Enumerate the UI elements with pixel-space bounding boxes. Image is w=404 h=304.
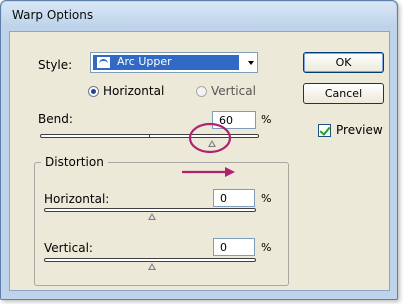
title-bar[interactable]: Warp Options bbox=[2, 2, 396, 28]
dialog-title: Warp Options bbox=[12, 8, 94, 22]
annotation-overlay bbox=[182, 122, 235, 177]
arrow-right-icon bbox=[182, 167, 235, 177]
circle-highlight-icon bbox=[188, 122, 232, 154]
dialog-client-area: Style: Arc Upper Horizontal Vertical Ben… bbox=[9, 31, 390, 291]
warp-options-dialog: Warp Options Style: Arc Upper Horizontal… bbox=[0, 0, 398, 300]
